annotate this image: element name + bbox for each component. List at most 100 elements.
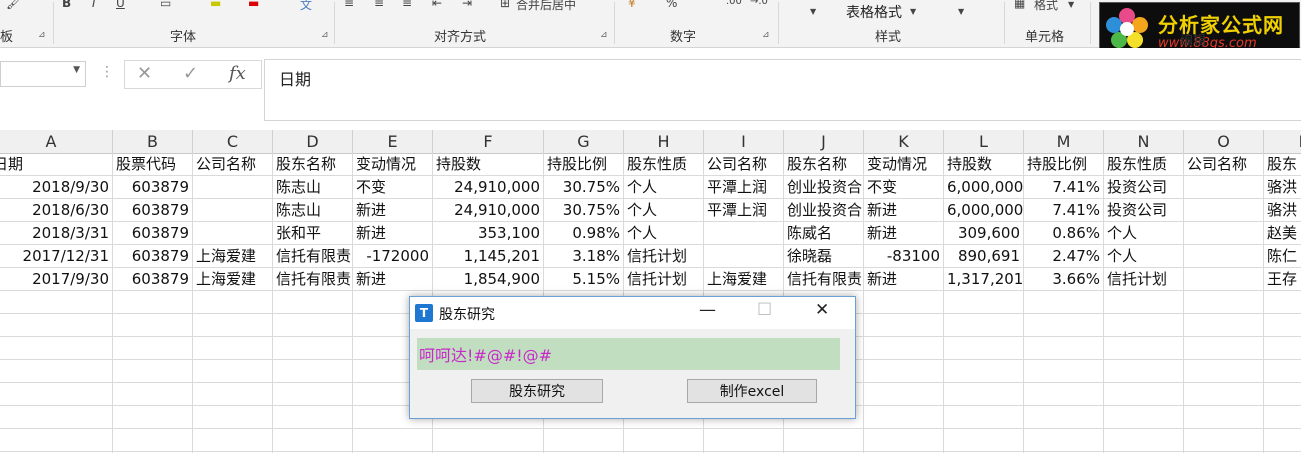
- empty-cell[interactable]: [1104, 360, 1184, 383]
- column-header-M[interactable]: M: [1024, 130, 1104, 153]
- table-cell[interactable]: 个人: [1104, 245, 1184, 268]
- table-cell[interactable]: 30.75%: [544, 199, 624, 222]
- empty-cell[interactable]: [113, 406, 193, 429]
- table-format-button[interactable]: 表格格式: [846, 2, 902, 22]
- empty-cell[interactable]: [193, 314, 273, 337]
- column-header-D[interactable]: D: [273, 130, 353, 153]
- empty-cell[interactable]: [193, 360, 273, 383]
- phonetic-icon[interactable]: 文: [300, 0, 312, 13]
- empty-cell[interactable]: [1104, 314, 1184, 337]
- header-cell[interactable]: 股东: [1264, 153, 1301, 176]
- header-cell[interactable]: 持股比例: [1024, 153, 1104, 176]
- font-launcher-icon[interactable]: ⊿: [321, 31, 330, 40]
- empty-cell[interactable]: [624, 429, 704, 452]
- empty-cell[interactable]: [1104, 383, 1184, 406]
- table-cell[interactable]: [193, 222, 273, 245]
- empty-cell[interactable]: [0, 406, 113, 429]
- empty-cell[interactable]: [113, 314, 193, 337]
- table-cell[interactable]: [1184, 222, 1264, 245]
- column-header-C[interactable]: C: [193, 130, 273, 153]
- outdent-icon[interactable]: ⇥: [462, 0, 472, 10]
- empty-cell[interactable]: [864, 429, 944, 452]
- empty-cell[interactable]: [0, 383, 113, 406]
- empty-cell[interactable]: [1264, 406, 1301, 429]
- empty-cell[interactable]: [193, 429, 273, 452]
- name-box[interactable]: ▼: [0, 61, 86, 87]
- format-dropdown-icon[interactable]: ▼: [1068, 0, 1074, 9]
- table-cell[interactable]: 不变: [864, 176, 944, 199]
- table-cell[interactable]: 个人: [624, 199, 704, 222]
- header-cell[interactable]: 公司名称: [704, 153, 784, 176]
- column-header-G[interactable]: G: [544, 130, 624, 153]
- table-cell[interactable]: 2018/3/31: [0, 222, 113, 245]
- underline-icon[interactable]: U: [116, 0, 125, 10]
- italic-icon[interactable]: I: [92, 0, 96, 10]
- table-cell[interactable]: 徐晓磊: [784, 245, 864, 268]
- empty-cell[interactable]: [864, 406, 944, 429]
- empty-cell[interactable]: [944, 314, 1024, 337]
- table-cell[interactable]: 投资公司: [1104, 199, 1184, 222]
- empty-cell[interactable]: [1264, 429, 1301, 452]
- minimize-icon[interactable]: —: [699, 300, 716, 320]
- decimal-decrease-icon[interactable]: →.0: [750, 0, 768, 7]
- table-cell[interactable]: 信托有限责: [273, 245, 353, 268]
- table-cell[interactable]: 6,000,000: [944, 176, 1024, 199]
- empty-cell[interactable]: [1104, 337, 1184, 360]
- empty-cell[interactable]: [273, 360, 353, 383]
- empty-cell[interactable]: [1024, 337, 1104, 360]
- empty-cell[interactable]: [273, 337, 353, 360]
- table-cell[interactable]: 陈志山: [273, 176, 353, 199]
- empty-cell[interactable]: [944, 337, 1024, 360]
- table-cell[interactable]: 陈仁: [1264, 245, 1301, 268]
- border-icon[interactable]: ▭: [160, 0, 171, 10]
- empty-cell[interactable]: [113, 337, 193, 360]
- table-cell[interactable]: 1,317,201: [944, 268, 1024, 291]
- empty-cell[interactable]: [544, 429, 624, 452]
- column-header-F[interactable]: F: [433, 130, 544, 153]
- empty-cell[interactable]: [864, 337, 944, 360]
- table-cell[interactable]: 2018/6/30: [0, 199, 113, 222]
- table-cell[interactable]: [1184, 245, 1264, 268]
- align-center-icon[interactable]: ≡: [374, 0, 384, 10]
- table-cell[interactable]: 张和平: [273, 222, 353, 245]
- empty-cell[interactable]: [864, 383, 944, 406]
- insert-function-icon[interactable]: fx: [229, 63, 246, 84]
- empty-cell[interactable]: [1184, 360, 1264, 383]
- table-cell[interactable]: 353,100: [433, 222, 544, 245]
- clipboard-launcher-icon[interactable]: ⊿: [38, 31, 47, 40]
- empty-cell[interactable]: [944, 360, 1024, 383]
- empty-cell[interactable]: [193, 337, 273, 360]
- merge-center-label[interactable]: 合并后居中: [516, 0, 576, 13]
- merge-center-icon[interactable]: ⊞: [500, 0, 510, 10]
- table-cell[interactable]: [193, 199, 273, 222]
- empty-cell[interactable]: [193, 383, 273, 406]
- empty-cell[interactable]: [864, 291, 944, 314]
- shareholder-research-button[interactable]: 股东研究: [471, 379, 603, 403]
- empty-cell[interactable]: [1024, 429, 1104, 452]
- empty-cell[interactable]: [864, 360, 944, 383]
- table-cell[interactable]: 王存: [1264, 268, 1301, 291]
- header-cell[interactable]: 日期: [0, 153, 113, 176]
- make-excel-button[interactable]: 制作excel: [687, 379, 817, 403]
- fill-color-icon[interactable]: ▬: [210, 0, 221, 10]
- empty-cell[interactable]: [1184, 429, 1264, 452]
- table-format-dropdown-icon[interactable]: ▼: [910, 7, 916, 16]
- font-color-icon[interactable]: ▬: [248, 0, 259, 10]
- table-cell[interactable]: 陈威名: [784, 222, 864, 245]
- table-cell[interactable]: 新进: [864, 222, 944, 245]
- table-cell[interactable]: 新进: [353, 268, 433, 291]
- table-cell[interactable]: 603879: [113, 268, 193, 291]
- table-cell[interactable]: 个人: [1104, 222, 1184, 245]
- enter-icon[interactable]: ✓: [183, 63, 198, 84]
- table-cell[interactable]: 上海爱建: [193, 268, 273, 291]
- table-cell[interactable]: 新进: [864, 199, 944, 222]
- table-cell[interactable]: 2.47%: [1024, 245, 1104, 268]
- table-cell[interactable]: 30.75%: [544, 176, 624, 199]
- table-cell[interactable]: 个人: [624, 176, 704, 199]
- table-cell[interactable]: 个人: [624, 222, 704, 245]
- empty-cell[interactable]: [1024, 406, 1104, 429]
- empty-cell[interactable]: [1264, 337, 1301, 360]
- column-header-H[interactable]: H: [624, 130, 704, 153]
- empty-cell[interactable]: [1104, 429, 1184, 452]
- empty-cell[interactable]: [1024, 360, 1104, 383]
